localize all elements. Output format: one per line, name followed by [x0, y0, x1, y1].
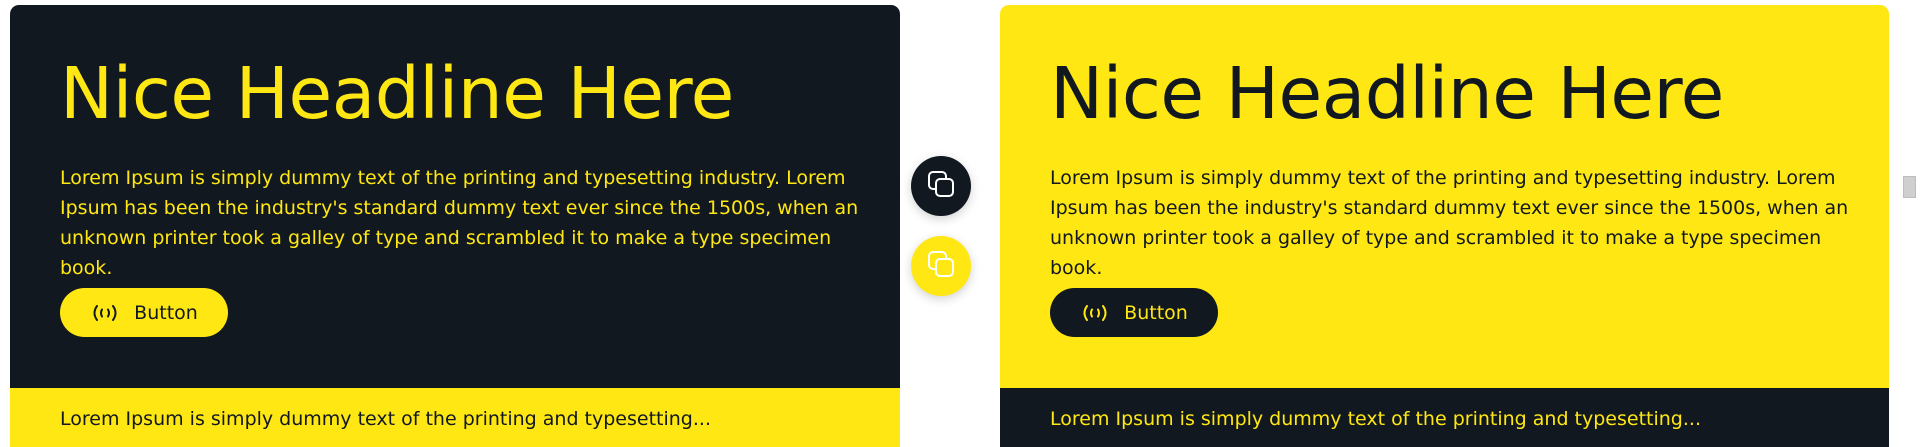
dark-card-button-label: Button	[134, 301, 198, 324]
copy-dark-button[interactable]	[911, 156, 971, 216]
dark-card-button[interactable]: Button	[60, 288, 228, 337]
copy-icon	[925, 168, 957, 204]
dark-card-footer-text: Lorem Ipsum is simply dummy text of the …	[60, 408, 711, 430]
dark-card: Nice Headline Here Lorem Ipsum is simply…	[10, 5, 900, 447]
dark-card-paragraph: Lorem Ipsum is simply dummy text of the …	[60, 167, 859, 279]
broadcast-icon	[90, 303, 120, 323]
scrollbar-thumb[interactable]	[1903, 176, 1916, 198]
light-card-button-label: Button	[1124, 301, 1188, 324]
broadcast-icon	[1080, 303, 1110, 323]
copy-icon	[925, 248, 957, 284]
light-card-footer: Lorem Ipsum is simply dummy text of the …	[1000, 388, 1889, 447]
copy-light-button[interactable]	[911, 236, 971, 296]
light-card: Nice Headline Here Lorem Ipsum is simply…	[1000, 5, 1889, 447]
dark-card-footer: Lorem Ipsum is simply dummy text of the …	[10, 388, 900, 447]
dark-card-body: Nice Headline Here Lorem Ipsum is simply…	[10, 5, 900, 388]
light-card-button[interactable]: Button	[1050, 288, 1218, 337]
dark-card-headline: Nice Headline Here	[60, 52, 734, 135]
light-card-footer-text: Lorem Ipsum is simply dummy text of the …	[1050, 408, 1701, 430]
light-card-paragraph: Lorem Ipsum is simply dummy text of the …	[1050, 167, 1849, 279]
light-card-headline: Nice Headline Here	[1050, 52, 1724, 135]
light-card-body: Nice Headline Here Lorem Ipsum is simply…	[1000, 5, 1889, 388]
